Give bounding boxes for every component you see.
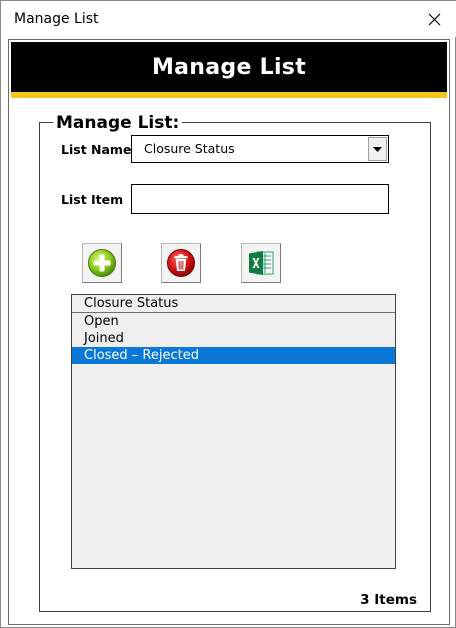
list-items-box[interactable]: Closure Status Open Joined Closed – Reje… [71,294,396,569]
title-bar: Manage List [1,1,456,37]
list-name-value: Closure Status [144,141,235,156]
list-item-selected[interactable]: Closed – Rejected [72,347,395,364]
form-body: Manage List Manage List: List Name Closu… [8,39,450,625]
add-icon [88,249,116,277]
list-name-label: List Name [61,142,132,157]
export-excel-button[interactable] [241,243,281,283]
banner-stripe [11,92,447,98]
excel-icon [249,251,274,275]
close-button[interactable] [419,4,449,34]
banner-title: Manage List [151,54,307,80]
item-count: 3 Items [360,592,417,608]
triangle-down-icon [373,146,382,152]
dialog-window: Manage List Manage List Manage List: Lis… [0,0,456,628]
delete-item-button[interactable] [161,243,201,283]
list-header: Closure Status [72,295,395,313]
list-item[interactable]: Open [72,313,395,330]
list-item-input[interactable] [131,184,389,214]
list-item[interactable]: Joined [72,330,395,347]
manage-list-group: Manage List: List Name Closure Status Li… [39,114,431,612]
list-item-label: List Item [61,192,124,207]
header-banner: Manage List [11,42,447,92]
group-title: Manage List: [53,114,183,132]
window-title: Manage List [14,11,99,27]
list-name-dropdown[interactable]: Closure Status [131,135,389,163]
add-item-button[interactable] [82,243,122,283]
close-icon [428,13,440,25]
dropdown-button[interactable] [368,137,387,161]
trash-icon [167,249,195,277]
